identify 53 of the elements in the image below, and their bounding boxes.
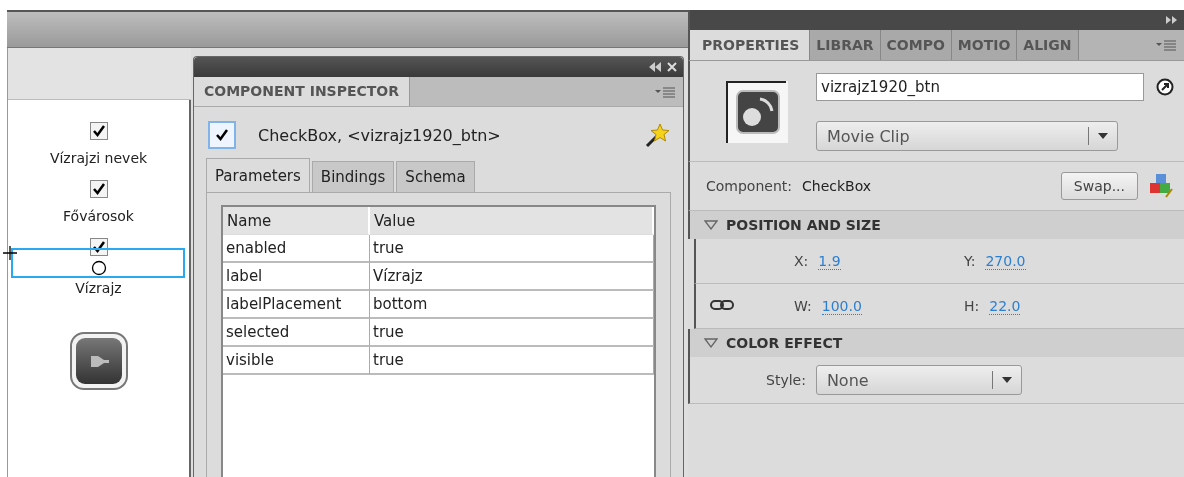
field-label: H: [964, 298, 980, 314]
panel-menu-icon[interactable] [1156, 39, 1176, 51]
section-title[interactable]: POSITION AND SIZE [726, 217, 881, 233]
panel-tab[interactable]: COMPONENT INSPECTOR [194, 77, 411, 106]
star-wand-icon[interactable] [645, 122, 671, 148]
table-cell[interactable]: true [370, 319, 654, 347]
symbol-type-dropdown[interactable]: Movie Clip [816, 121, 1118, 151]
close-icon[interactable] [667, 62, 677, 72]
style-dropdown[interactable]: None [815, 365, 1022, 395]
collapse-icon[interactable] [649, 62, 661, 72]
table-cell[interactable]: selected [223, 319, 370, 347]
column-header: Name [223, 207, 370, 235]
dropdown-arrow-icon [1000, 376, 1013, 384]
dropdown-arrow-icon [1097, 132, 1109, 140]
panel-tab[interactable]: PROPERTIES [690, 30, 811, 60]
collapse-triangle-icon[interactable] [704, 338, 718, 348]
table-cell[interactable]: bottom [370, 291, 654, 319]
field-label: Y: [964, 253, 976, 269]
component-checkbox-icon[interactable] [208, 121, 236, 149]
checkbox[interactable] [89, 180, 108, 198]
component-symbol-icon [726, 81, 788, 143]
instance-name-field[interactable]: vizrajz1920_btn [816, 73, 1144, 101]
checkbox-label: Vízrajz [75, 280, 122, 296]
swap-button[interactable]: Swap... [1060, 172, 1138, 200]
play-button-icon[interactable] [69, 332, 128, 390]
cubes-icon[interactable] [1148, 173, 1174, 199]
table-cell[interactable]: visible [223, 347, 370, 375]
component-value: CheckBox [802, 178, 873, 194]
component-name: CheckBox, <vizrajz1920_btn> [258, 125, 502, 145]
expand-icon[interactable] [1166, 16, 1178, 24]
component-label: Component: [706, 178, 792, 194]
crosshair-icon [3, 246, 17, 260]
link-icon[interactable] [710, 299, 734, 311]
table-cell[interactable]: label [223, 263, 370, 291]
registration-point-icon [91, 260, 107, 276]
inspector-tab[interactable]: Parameters [206, 158, 310, 192]
table-cell[interactable]: labelPlacement [223, 291, 370, 319]
table-cell[interactable]: Vízrajz [370, 263, 654, 291]
field-label: W: [794, 298, 812, 314]
inspector-tab[interactable]: Bindings [311, 161, 395, 192]
checkbox-label: Vízrajzi nevek [49, 150, 148, 166]
inspector-tab[interactable]: Schema [396, 161, 475, 192]
table-cell[interactable]: true [370, 235, 654, 263]
table-cell[interactable]: enabled [223, 235, 370, 263]
checkbox-label: Fővárosok [63, 208, 134, 224]
field-label: X: [794, 253, 809, 269]
checkbox[interactable] [89, 122, 108, 140]
collapse-triangle-icon[interactable] [704, 220, 718, 230]
field-label: Style: [766, 372, 806, 388]
panel-menu-icon[interactable] [655, 85, 675, 98]
table-cell[interactable]: true [370, 347, 654, 375]
section-title[interactable]: COLOR EFFECT [726, 335, 843, 351]
column-header: Value [370, 207, 654, 235]
